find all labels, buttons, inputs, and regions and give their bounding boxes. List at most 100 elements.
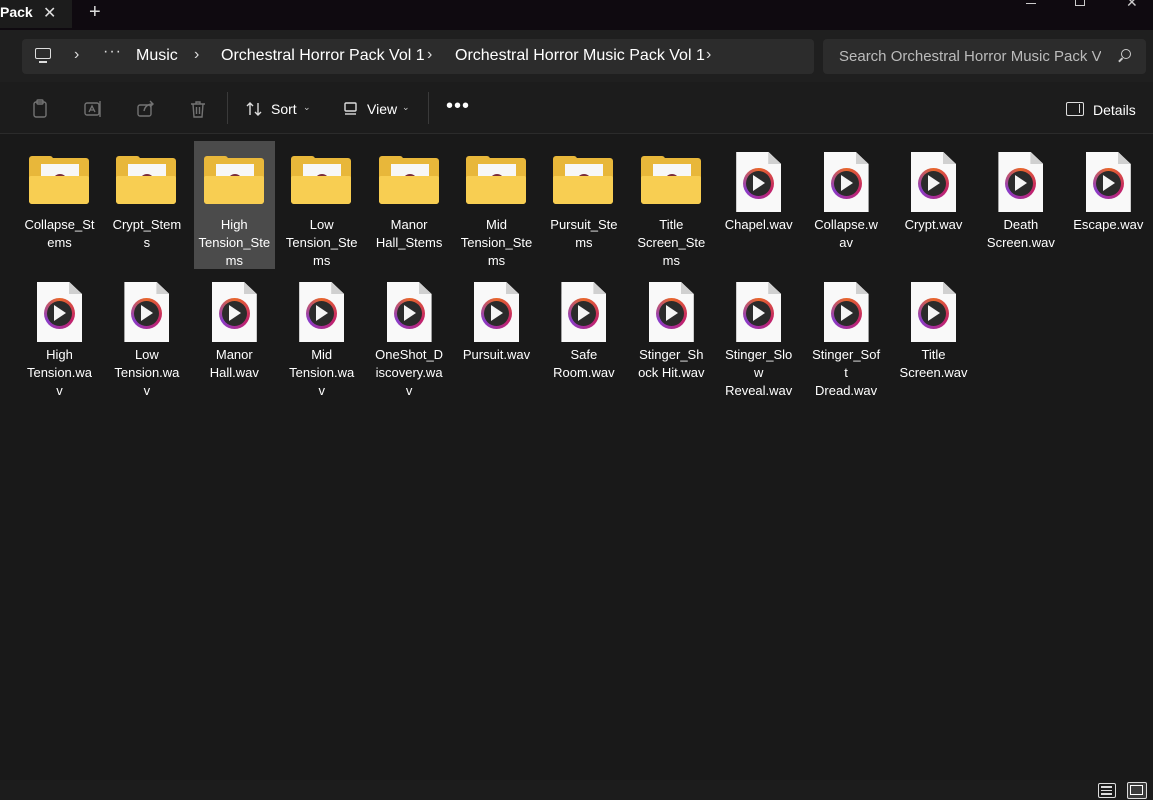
- breadcrumb[interactable]: › ··· Music › Orchestral Horror Pack Vol…: [22, 39, 814, 74]
- folder-icon: [378, 156, 439, 206]
- audio-file-icon: [299, 282, 345, 342]
- breadcrumb-item-pack[interactable]: Orchestral Horror Pack Vol 1: [221, 47, 425, 65]
- breadcrumb-more-icon[interactable]: ···: [103, 43, 122, 61]
- search-placeholder: Search Orchestral Horror Music Pack Vol …: [839, 48, 1101, 65]
- audio-file-icon: [998, 152, 1044, 212]
- folder-icon: [29, 156, 89, 206]
- explorer-tab[interactable]: Pack ✕: [0, 0, 72, 28]
- audio-file-icon: [124, 282, 170, 342]
- this-pc-icon[interactable]: [34, 47, 54, 65]
- search-input[interactable]: Search Orchestral Horror Music Pack Vol …: [823, 39, 1146, 74]
- file-item[interactable]: Escape.wav: [1068, 141, 1149, 269]
- item-label: Crypt.wav: [904, 217, 963, 232]
- share-icon[interactable]: [136, 99, 156, 119]
- tab-close-icon[interactable]: ✕: [43, 3, 56, 23]
- file-item[interactable]: Title Screen.wav: [893, 271, 974, 399]
- folder-icon: [640, 156, 701, 206]
- item-label: Crypt_Stem s: [112, 217, 182, 250]
- folder-icon: [466, 156, 526, 206]
- item-label: Stinger_Sof t Dread.wav: [812, 347, 881, 398]
- chevron-down-icon: ⌄: [303, 102, 311, 112]
- paste-icon[interactable]: [31, 99, 51, 119]
- breadcrumb-chevron-icon[interactable]: ›: [74, 46, 79, 64]
- close-icon: ✕: [1126, 0, 1138, 10]
- item-label: High Tension.wa v: [26, 347, 93, 398]
- rename-icon[interactable]: [83, 99, 103, 119]
- file-grid: Collapse_St ems Crypt_Stem s High Tension_…: [0, 135, 1153, 780]
- folder-icon: [203, 156, 264, 206]
- breadcrumb-item-music-pack[interactable]: Orchestral Horror Music Pack Vol 1: [455, 47, 705, 65]
- file-item[interactable]: Stinger_Sh ock Hit.wav: [631, 271, 712, 399]
- item-label: Collapse_St ems: [24, 217, 95, 250]
- file-item[interactable]: Death Screen.wav: [980, 141, 1061, 269]
- audio-file-icon: [474, 282, 519, 342]
- breadcrumb-chevron-icon[interactable]: ›: [194, 46, 199, 64]
- folder-item[interactable]: Title Screen_Ste ms: [631, 141, 712, 269]
- file-item[interactable]: Safe Room.wav: [543, 271, 624, 399]
- new-tab-button[interactable]: +: [89, 1, 101, 23]
- chevron-down-icon: ⌄: [402, 102, 410, 112]
- sort-icon: [246, 102, 262, 116]
- folder-icon: [116, 156, 177, 206]
- breadcrumb-chevron-icon[interactable]: ›: [706, 46, 711, 64]
- large-icons-view-icon[interactable]: [1127, 782, 1147, 799]
- audio-file-icon: [561, 282, 607, 342]
- item-label: Low Tension.wa v: [114, 347, 180, 398]
- view-icon: [344, 102, 357, 115]
- file-item[interactable]: Mid Tension.wa v: [281, 271, 362, 399]
- item-label: Title Screen_Ste ms: [637, 217, 706, 268]
- folder-item[interactable]: Low Tension_Ste ms: [281, 141, 362, 269]
- file-item[interactable]: OneShot_D iscovery.wa v: [369, 271, 450, 399]
- audio-file-icon: [1085, 152, 1131, 212]
- audio-file-icon: [736, 152, 782, 212]
- maximize-icon: [1075, 0, 1085, 6]
- file-item[interactable]: Stinger_Slo w Reveal.wav: [718, 271, 799, 399]
- item-label: Escape.wav: [1073, 217, 1144, 232]
- audio-file-icon: [648, 282, 694, 342]
- file-item[interactable]: Crypt.wav: [893, 141, 974, 269]
- folder-item[interactable]: Collapse_St ems: [19, 141, 100, 269]
- minimize-button[interactable]: [1020, 0, 1060, 14]
- title-bar: Pack ✕ + ✕: [0, 0, 1153, 30]
- file-item[interactable]: Low Tension.wa v: [106, 271, 187, 399]
- folder-icon: [291, 156, 352, 206]
- file-item[interactable]: Pursuit.wav: [456, 271, 537, 399]
- folder-item[interactable]: Crypt_Stem s: [106, 141, 187, 269]
- item-label: Pursuit.wav: [462, 347, 531, 362]
- more-options-icon[interactable]: •••: [446, 96, 470, 116]
- breadcrumb-chevron-icon[interactable]: ›: [427, 46, 432, 64]
- search-icon[interactable]: [1118, 49, 1132, 63]
- divider: [227, 92, 228, 124]
- audio-file-icon: [736, 282, 782, 342]
- breadcrumb-item-music[interactable]: Music: [136, 47, 178, 65]
- file-item[interactable]: Chapel.wav: [718, 141, 799, 269]
- audio-file-icon: [911, 152, 956, 212]
- folder-item[interactable]: Mid Tension_Ste ms: [456, 141, 537, 269]
- audio-file-icon: [823, 152, 869, 212]
- audio-file-icon: [37, 282, 82, 342]
- folder-item[interactable]: Pursuit_Ste ms: [543, 141, 624, 269]
- file-item[interactable]: Stinger_Sof t Dread.wav: [806, 271, 887, 399]
- item-label: Stinger_Slo w Reveal.wav: [725, 347, 793, 398]
- close-window-button[interactable]: ✕: [1120, 0, 1153, 14]
- folder-item[interactable]: High Tension_Ste ms: [193, 141, 275, 269]
- audio-file-icon: [823, 282, 869, 342]
- item-label: Pursuit_Ste ms: [550, 217, 618, 250]
- item-label: Manor Hall.wav: [209, 347, 259, 380]
- file-item[interactable]: Manor Hall.wav: [194, 271, 275, 399]
- sort-label: Sort: [271, 101, 297, 117]
- file-item[interactable]: Collapse.w av: [806, 141, 887, 269]
- command-bar: Sort ⌄ View ⌄ ••• Details: [0, 82, 1153, 134]
- item-label: Collapse.w av: [814, 217, 878, 250]
- file-item[interactable]: High Tension.wa v: [19, 271, 100, 399]
- details-view-icon[interactable]: [1098, 783, 1116, 798]
- item-label: Mid Tension_Ste ms: [460, 217, 533, 268]
- folder-item[interactable]: Manor Hall_Stems: [369, 141, 450, 269]
- delete-icon[interactable]: [188, 99, 208, 119]
- item-label: Manor Hall_Stems: [375, 217, 443, 250]
- maximize-button[interactable]: [1069, 0, 1109, 14]
- details-pane-icon: [1066, 102, 1084, 116]
- audio-file-icon: [911, 282, 956, 342]
- item-label: OneShot_D iscovery.wa v: [375, 347, 444, 398]
- item-label: Safe Room.wav: [553, 347, 615, 380]
